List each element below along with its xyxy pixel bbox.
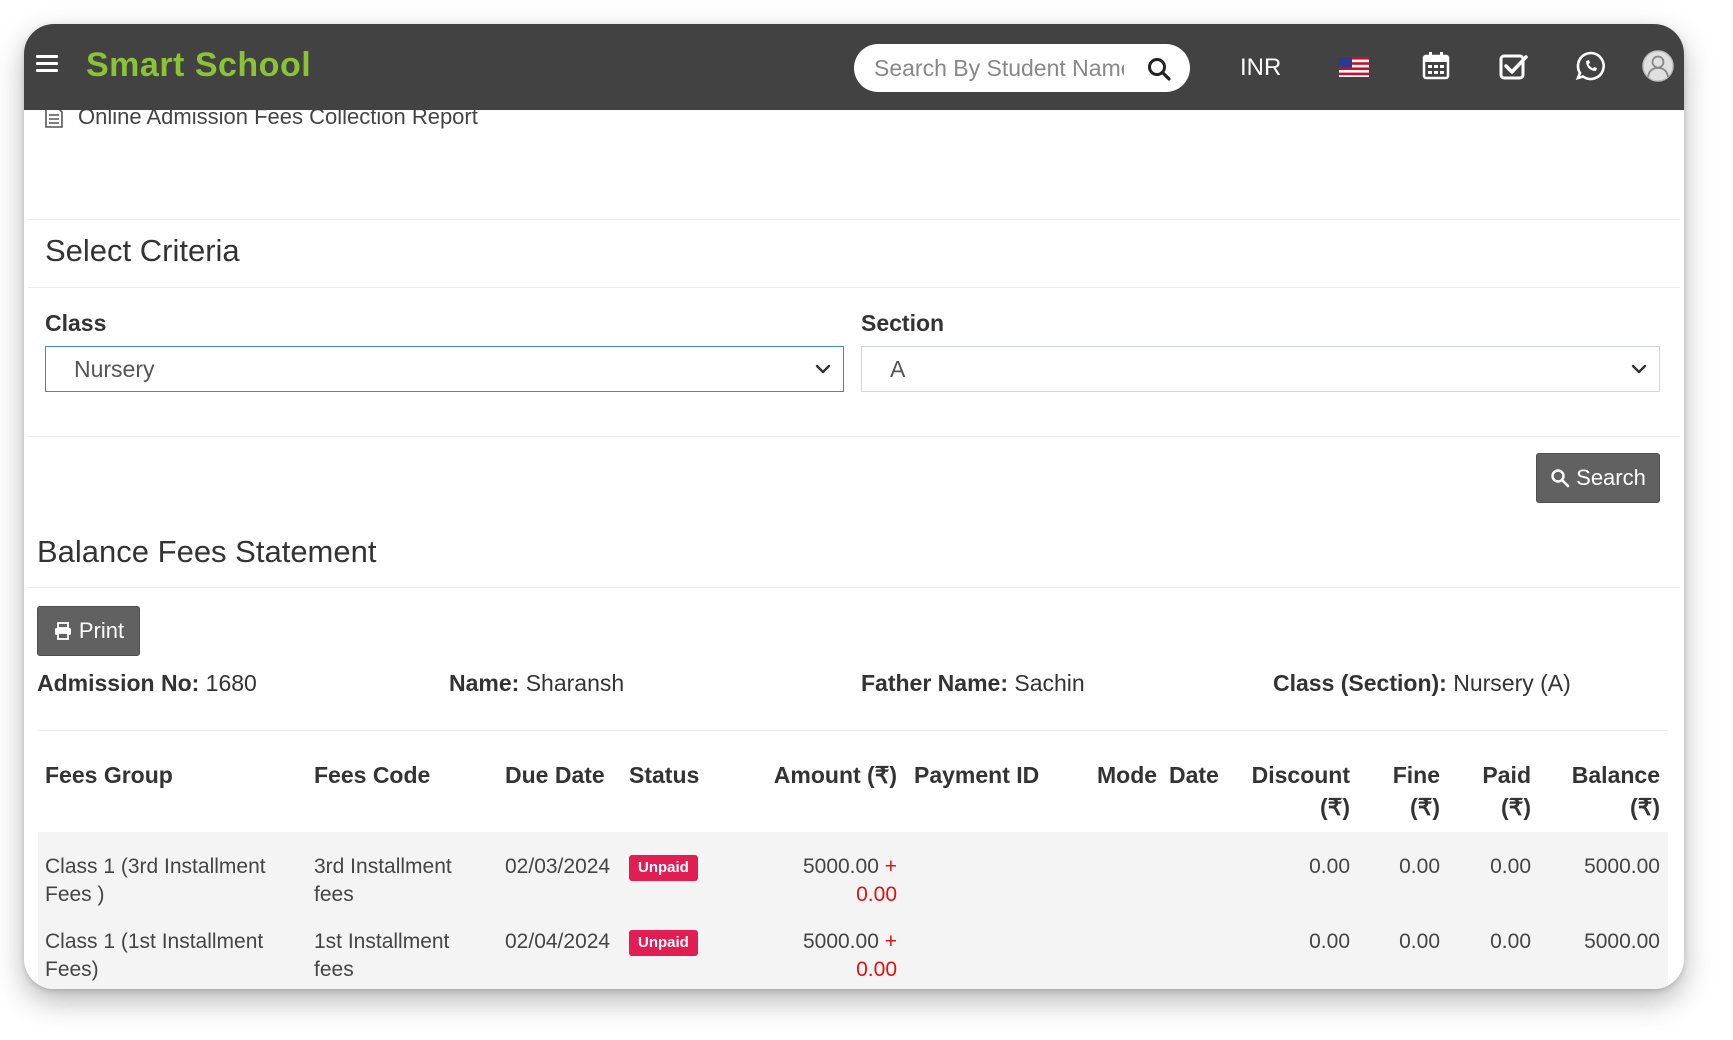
admission-no-value: 1680 xyxy=(205,670,257,696)
fees-code-cell: 1st Installment fees xyxy=(314,928,449,984)
print-icon xyxy=(54,622,71,640)
balance-fees-title: Balance Fees Statement xyxy=(37,534,377,569)
divider xyxy=(38,730,1668,731)
col-paid-unit: (₹) xyxy=(1501,794,1531,820)
col-fine-label: Fine xyxy=(1392,762,1440,788)
col-discount-label: Discount xyxy=(1251,762,1350,788)
discount-cell: 0.00 xyxy=(1309,855,1350,878)
class-section-label: Class (Section): xyxy=(1273,670,1447,696)
col-balance-unit: (₹) xyxy=(1630,794,1660,820)
col-date: Date xyxy=(1169,762,1219,788)
divider xyxy=(28,287,1680,288)
col-fine: Fine (₹) xyxy=(1354,759,1440,823)
search-button[interactable]: Search xyxy=(1536,453,1660,503)
divider xyxy=(28,436,1680,437)
student-name-label: Name: xyxy=(449,670,520,696)
col-fine-unit: (₹) xyxy=(1410,794,1440,820)
status-badge: Unpaid xyxy=(629,855,698,881)
section-label: Section xyxy=(861,310,945,336)
amount-plus: + xyxy=(884,855,897,878)
class-section-info: Class (Section): Nursery (A) xyxy=(1273,670,1571,697)
section-select-value: A xyxy=(890,356,906,382)
search-icon[interactable] xyxy=(1146,56,1172,82)
admission-no-label: Admission No: xyxy=(37,670,200,696)
col-fees-group: Fees Group xyxy=(45,762,173,788)
balance-cell: 5000.00 xyxy=(1584,855,1660,878)
divider xyxy=(28,587,1680,588)
chevron-down-icon xyxy=(815,364,831,374)
father-name-info: Father Name: Sachin xyxy=(861,670,1085,697)
amount-fine: 0.00 xyxy=(856,883,897,906)
amount-cell: 5000.00 + 0.00 xyxy=(754,853,897,909)
col-due-date: Due Date xyxy=(505,762,605,788)
col-balance-label: Balance xyxy=(1571,762,1660,788)
fees-code-line: 3rd Installment xyxy=(314,855,452,878)
fees-code-cell: 3rd Installment fees xyxy=(314,853,452,909)
discount-cell: 0.00 xyxy=(1309,930,1350,953)
col-payment-id: Payment ID xyxy=(914,762,1040,788)
calendar-icon[interactable] xyxy=(1419,49,1453,83)
col-status: Status xyxy=(629,762,700,788)
col-mode: Mode xyxy=(1097,762,1158,788)
fees-code-line: 1st Installment xyxy=(314,930,450,953)
select-criteria-title: Select Criteria xyxy=(45,233,240,268)
print-button-label: Print xyxy=(78,618,125,643)
balance-cell: 5000.00 xyxy=(1584,930,1660,953)
fees-group-line: Fees) xyxy=(45,958,99,981)
amount-value: 5000.00 xyxy=(802,855,879,878)
paid-cell: 0.00 xyxy=(1490,855,1531,878)
menu-icon[interactable] xyxy=(36,55,58,77)
fees-group-cell: Class 1 (1st Installment Fees) xyxy=(45,928,263,984)
brand-logo[interactable]: Smart School xyxy=(86,46,311,85)
currency-selector[interactable]: INR xyxy=(1240,54,1281,82)
admission-no-info: Admission No: 1680 xyxy=(37,670,257,697)
chevron-down-icon xyxy=(1631,364,1647,374)
col-balance: Balance (₹) xyxy=(1534,759,1660,823)
amount-value: 5000.00 xyxy=(802,930,879,953)
status-badge: Unpaid xyxy=(629,930,698,956)
student-name-value: Sharansh xyxy=(525,670,625,696)
col-paid-label: Paid xyxy=(1482,762,1531,788)
fees-group-line: Class 1 (1st Installment xyxy=(45,930,264,953)
top-navbar: Smart School INR xyxy=(24,24,1684,110)
student-search-input[interactable] xyxy=(874,44,1124,92)
amount-cell: 5000.00 + 0.00 xyxy=(754,928,897,984)
father-name-value: Sachin xyxy=(1014,670,1085,696)
father-name-label: Father Name: xyxy=(861,670,1008,696)
class-label: Class xyxy=(45,310,107,336)
col-discount-unit: (₹) xyxy=(1320,794,1350,820)
fine-cell: 0.00 xyxy=(1399,930,1440,953)
due-date-cell: 02/03/2024 xyxy=(505,855,611,878)
class-select-value: Nursery xyxy=(74,356,155,382)
class-section-value: Nursery (A) xyxy=(1453,670,1571,696)
amount-fine: 0.00 xyxy=(856,958,897,981)
fees-group-line: Fees ) xyxy=(45,883,105,906)
student-name-info: Name: Sharansh xyxy=(449,670,624,697)
student-search-box xyxy=(854,44,1190,92)
fees-group-line: Class 1 (3rd Installment xyxy=(45,855,266,878)
print-button[interactable]: Print xyxy=(37,606,140,656)
task-check-icon[interactable] xyxy=(1496,49,1530,83)
divider xyxy=(28,219,1680,220)
class-select[interactable]: Nursery xyxy=(45,346,844,392)
section-select[interactable]: A xyxy=(861,346,1660,392)
col-discount: Discount (₹) xyxy=(1234,759,1350,823)
col-fees-code: Fees Code xyxy=(314,762,431,788)
app-window: Smart School INR xyxy=(24,24,1684,989)
fees-code-line: fees xyxy=(314,883,354,906)
search-icon xyxy=(1551,469,1570,488)
whatsapp-icon[interactable] xyxy=(1574,49,1608,83)
col-paid: Paid (₹) xyxy=(1444,759,1531,823)
paid-cell: 0.00 xyxy=(1490,930,1531,953)
fees-code-line: fees xyxy=(314,958,354,981)
user-avatar-icon[interactable] xyxy=(1641,49,1675,83)
search-button-label: Search xyxy=(1576,465,1646,490)
fees-group-cell: Class 1 (3rd Installment Fees ) xyxy=(45,853,266,909)
amount-plus: + xyxy=(884,930,897,953)
col-amount: Amount (₹) xyxy=(773,762,897,788)
fine-cell: 0.00 xyxy=(1399,855,1440,878)
due-date-cell: 02/04/2024 xyxy=(505,930,611,953)
us-flag-icon[interactable] xyxy=(1337,49,1371,83)
